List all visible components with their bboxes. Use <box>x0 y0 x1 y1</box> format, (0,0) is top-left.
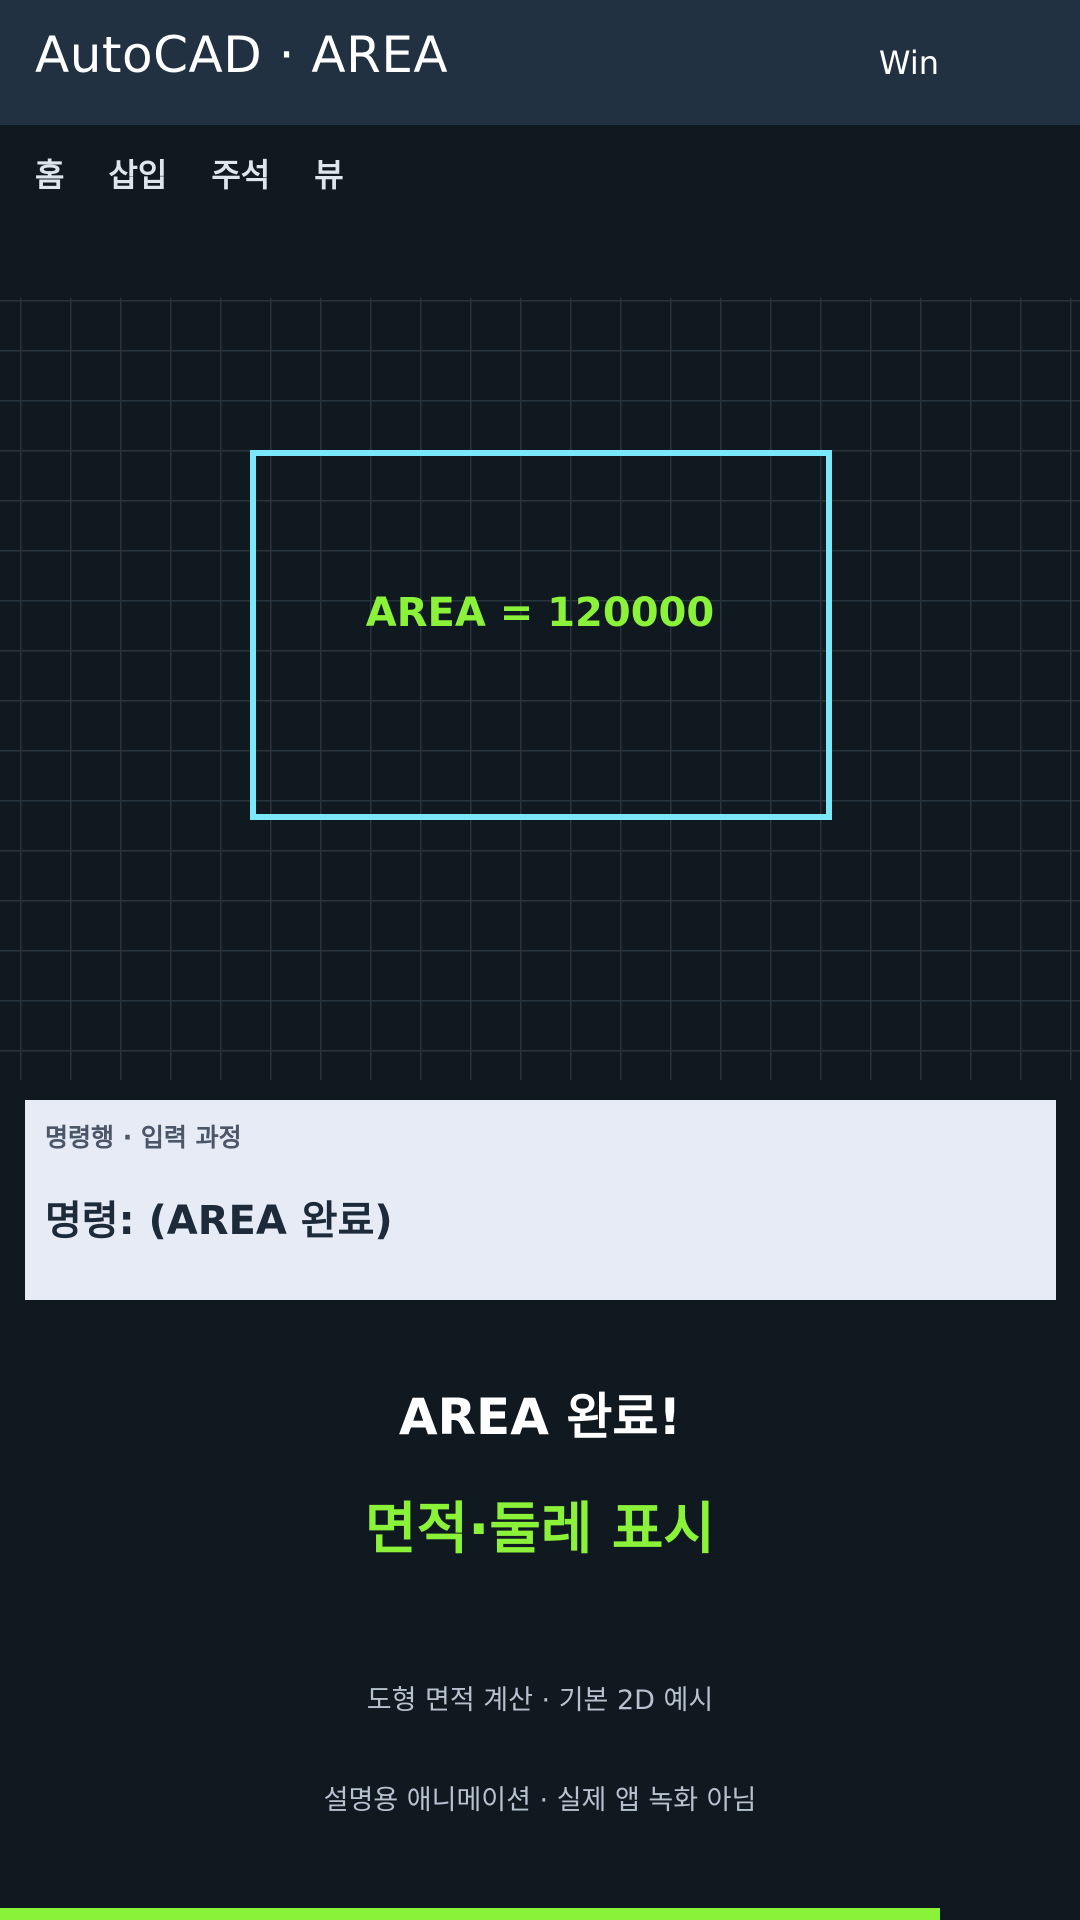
tab-home[interactable]: 홈 <box>35 150 64 196</box>
command-line-text: 명령: (AREA 완료) <box>45 1198 393 1244</box>
tab-insert[interactable]: 삽입 <box>108 150 167 196</box>
app-title: AutoCAD · AREA <box>35 26 449 84</box>
tab-annotate[interactable]: 주석 <box>211 150 270 196</box>
command-line-heading: 명령행 · 입력 과정 <box>45 1123 242 1152</box>
title-bar: AutoCAD · AREA Win <box>0 0 1080 125</box>
drawing-canvas[interactable]: AREA = 120000 <box>0 298 1080 1080</box>
caption-line-2: 설명용 애니메이션 · 실제 앱 녹화 아님 <box>323 1785 757 1816</box>
area-readout: AREA = 120000 <box>365 590 715 636</box>
progress-fill <box>0 1908 940 1920</box>
progress-bar <box>0 1908 1080 1920</box>
tab-view[interactable]: 뷰 <box>314 150 343 196</box>
result-subtitle: 면적·둘레 표시 <box>365 1497 715 1562</box>
command-line-panel[interactable]: 명령행 · 입력 과정 명령: (AREA 완료) <box>25 1100 1056 1300</box>
result-title: AREA 완료! <box>398 1388 682 1446</box>
caption-line-1: 도형 면적 계산 · 기본 2D 예시 <box>366 1685 714 1716</box>
ribbon-tabs: 홈 삽입 주석 뷰 <box>35 150 388 196</box>
platform-label: Win <box>878 44 939 82</box>
